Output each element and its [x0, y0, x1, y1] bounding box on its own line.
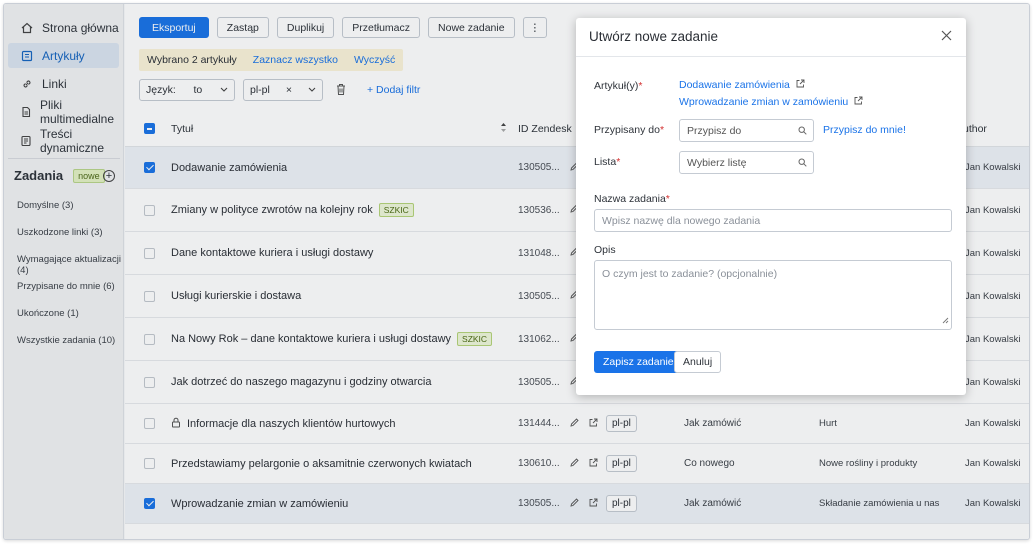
cancel-button[interactable]: Anuluj — [674, 351, 722, 373]
assigned-label: Przypisany do* — [594, 124, 665, 136]
article-link-1[interactable]: Dodawanie zamówienia — [679, 79, 805, 91]
list-placeholder: Wybierz listę — [687, 156, 747, 169]
task-name-label: Nazwa zadania* — [594, 193, 670, 205]
external-link-icon[interactable] — [796, 79, 805, 91]
description-label: Opis — [594, 244, 616, 256]
external-link-icon[interactable] — [854, 96, 863, 108]
articles-label: Artykuł(y)* — [594, 80, 643, 92]
list-select-input[interactable]: Wybierz listę — [679, 151, 814, 174]
assign-to-input[interactable]: Przypisz do — [679, 119, 814, 142]
assign-to-placeholder: Przypisz do — [687, 124, 742, 137]
create-task-dialog: Utwórz nowe zadanie Artykuł(y)* Dodawani… — [576, 18, 966, 395]
resize-handle-icon[interactable] — [942, 315, 949, 327]
description-textarea[interactable]: O czym jest to zadanie? (opcjonalnie) — [594, 260, 952, 330]
save-task-button[interactable]: Zapisz zadanie — [594, 351, 683, 373]
search-icon — [798, 158, 807, 170]
list-label: Lista* — [594, 156, 621, 168]
task-name-input[interactable]: Wpisz nazwę dla nowego zadania — [594, 209, 952, 232]
dialog-title: Utwórz nowe zadanie — [589, 29, 719, 44]
dialog-divider — [576, 56, 966, 57]
app-window: Strona główna Artykuły Linki Pliki multi… — [3, 3, 1030, 540]
description-placeholder: O czym jest to zadanie? (opcjonalnie) — [602, 268, 778, 280]
close-icon[interactable] — [941, 30, 953, 42]
assign-to-me-link[interactable]: Przypisz do mnie! — [823, 124, 906, 136]
search-icon — [798, 126, 807, 138]
article-link-2[interactable]: Wprowadzanie zmian w zamówieniu — [679, 96, 863, 108]
